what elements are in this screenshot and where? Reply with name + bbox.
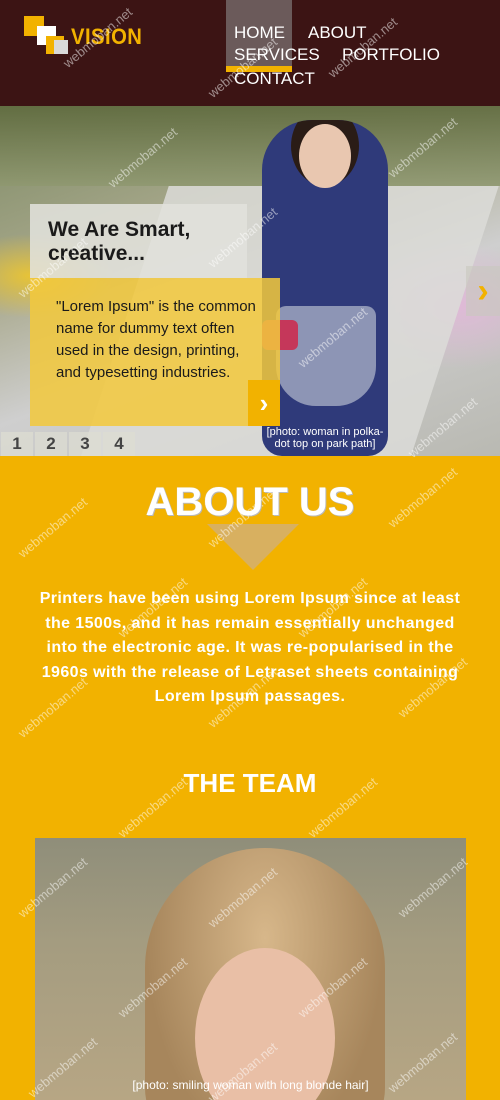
about-text: Printers have been using Lorem Ipsum sin… (39, 590, 461, 705)
site-header: VISION HOME ABOUT SERVICES PORTFOLIO CON… (0, 0, 500, 106)
team-member-photo: [photo: smiling woman with long blonde h… (35, 838, 466, 1100)
slide-title-box: We Are Smart, creative... (30, 204, 247, 278)
main-nav: HOME ABOUT SERVICES PORTFOLIO CONTACT (226, 0, 500, 106)
hero-slider: [photo: woman in polka-dot top on park p… (0, 106, 500, 456)
chevron-right-icon: › (477, 272, 489, 310)
slide-read-more-button[interactable]: › (248, 380, 280, 426)
nav-item-services[interactable]: SERVICES (234, 45, 320, 65)
about-divider-triangle (207, 524, 299, 570)
slide-title: We Are Smart, creative... (48, 218, 191, 265)
slider-next-arrow[interactable]: › (466, 266, 500, 316)
pager-item-3[interactable]: 3 (69, 432, 101, 456)
logo[interactable]: VISION (24, 16, 144, 60)
brand-name: VISION (71, 24, 143, 49)
logo-mark-square (54, 40, 68, 54)
about-title: ABOUT US (145, 480, 355, 524)
nav-item-portfolio[interactable]: PORTFOLIO (342, 45, 440, 65)
hero-photo-head (299, 124, 351, 188)
chevron-right-icon: › (259, 388, 269, 418)
team-title: THE TEAM (183, 768, 317, 798)
slide-caption: "Lorem Ipsum" is the common name for dum… (56, 298, 256, 381)
hero-background-trees (0, 106, 500, 186)
nav-item-about[interactable]: ABOUT (308, 23, 367, 43)
pager-item-4[interactable]: 4 (103, 432, 135, 456)
pager-item-1[interactable]: 1 (1, 432, 33, 456)
nav-item-home[interactable]: HOME (234, 23, 285, 43)
team-photo-label: [photo: smiling woman with long blonde h… (132, 1078, 369, 1092)
pager-item-2[interactable]: 2 (35, 432, 67, 456)
hero-photo: [photo: woman in polka-dot top on park p… (262, 120, 388, 456)
nav-item-contact[interactable]: CONTACT (234, 69, 315, 89)
slide-caption-box: "Lorem Ipsum" is the common name for dum… (30, 278, 280, 426)
hero-photo-label: [photo: woman in polka-dot top on park p… (266, 426, 384, 450)
